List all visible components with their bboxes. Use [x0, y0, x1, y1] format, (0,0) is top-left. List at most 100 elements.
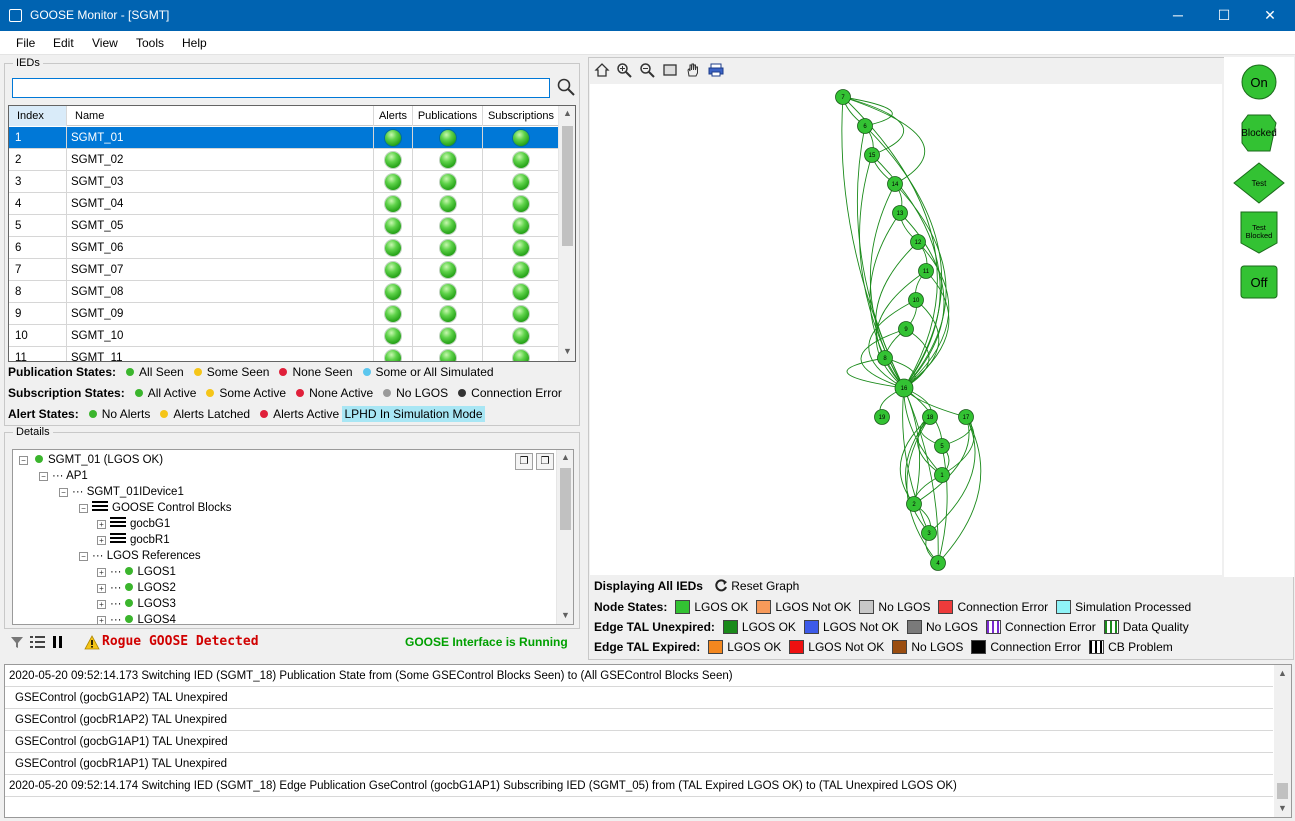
scroll-up-icon[interactable]: ▲	[1274, 668, 1291, 678]
collapse-all-button[interactable]: ❐	[515, 453, 533, 470]
log-entry[interactable]: 2020-05-20 09:52:14.173 Switching IED (S…	[5, 665, 1273, 687]
table-row[interactable]: 11 SGMT_11	[9, 347, 560, 361]
table-row[interactable]: 7 SGMT_07	[9, 259, 560, 281]
ied-graph-canvas[interactable]: 76151413121110981619 18 1751234	[590, 84, 1222, 575]
tree-node-gcb[interactable]: + gocbR1	[97, 532, 170, 548]
menu-file[interactable]: File	[16, 36, 35, 50]
legend-dot-icon	[296, 389, 305, 397]
expand-all-button[interactable]: ❐	[536, 453, 554, 470]
filter-icon[interactable]	[10, 635, 24, 649]
tree-node-lgos[interactable]: + ··· LGOS2	[97, 580, 176, 596]
log-entry[interactable]: 2020-05-20 09:52:14.174 Switching IED (S…	[5, 775, 1273, 797]
legend-swatch-icon	[675, 600, 691, 614]
tree-node-lgos-group[interactable]: − ··· LGOS References	[79, 548, 201, 564]
cell-index: 2	[9, 149, 67, 171]
table-row[interactable]: 3 SGMT_03	[9, 171, 560, 193]
subscriptions-status-icon	[513, 196, 529, 212]
zoom-in-icon[interactable]	[616, 62, 632, 78]
graph-edge[interactable]	[937, 445, 948, 564]
publications-status-icon	[440, 152, 456, 168]
tree-node-ied[interactable]: − SGMT_01 (LGOS OK)	[19, 452, 163, 468]
publications-status-icon	[440, 262, 456, 278]
graph-edge[interactable]	[842, 96, 926, 185]
table-row[interactable]: 6 SGMT_06	[9, 237, 560, 259]
graph-node-label: 11	[923, 269, 930, 275]
scroll-thumb[interactable]	[1277, 783, 1288, 799]
cell-publications	[413, 237, 483, 259]
table-row[interactable]: 10 SGMT_10	[9, 325, 560, 347]
legend-dot-icon	[126, 368, 135, 376]
zoom-rect-icon[interactable]	[662, 62, 678, 78]
col-index[interactable]: Index	[9, 106, 67, 126]
log-entry[interactable]: GSEControl (gocbG1AP2) TAL Unexpired	[5, 687, 1273, 709]
tree-node-lgos[interactable]: + ··· LGOS4	[97, 612, 176, 624]
log-entry[interactable]: GSEControl (gocbG1AP1) TAL Unexpired	[5, 731, 1273, 753]
col-name[interactable]: Name	[67, 106, 374, 126]
legend-dot-icon	[279, 368, 288, 376]
cell-subscriptions	[483, 347, 560, 361]
ied-table-scrollbar[interactable]: ▲ ▼	[558, 106, 575, 361]
tree-node-lgos[interactable]: + ··· LGOS3	[97, 596, 176, 612]
table-row[interactable]: 1 SGMT_01	[9, 127, 560, 149]
cell-index: 8	[9, 281, 67, 303]
legend-item-label: LGOS OK	[727, 640, 782, 654]
reset-graph-icon[interactable]	[714, 579, 728, 593]
scroll-thumb[interactable]	[562, 126, 573, 246]
pan-hand-icon[interactable]	[685, 62, 701, 78]
tree-node-ap[interactable]: − ··· AP1	[39, 468, 88, 484]
ied-search-input[interactable]	[12, 78, 550, 98]
table-row[interactable]: 8 SGMT_08	[9, 281, 560, 303]
tree-node-ldevice[interactable]: − ··· SGMT_01IDevice1	[59, 484, 184, 500]
tree-node-gcb[interactable]: + gocbG1	[97, 516, 170, 532]
publications-status-icon	[440, 174, 456, 190]
table-row[interactable]: 2 SGMT_02	[9, 149, 560, 171]
log-scrollbar[interactable]: ▲ ▼	[1274, 665, 1291, 817]
log-entry[interactable]: GSEControl (gocbR1AP1) TAL Unexpired	[5, 753, 1273, 775]
cell-index: 5	[9, 215, 67, 237]
scroll-down-icon[interactable]: ▼	[559, 346, 575, 356]
scroll-down-icon[interactable]: ▼	[557, 610, 573, 620]
scroll-thumb[interactable]	[560, 468, 571, 530]
table-row[interactable]: 5 SGMT_05	[9, 215, 560, 237]
legend-item-label: LGOS Not OK	[822, 620, 899, 634]
tree-node-lgos[interactable]: + ··· LGOS1	[97, 564, 176, 580]
menu-help[interactable]: Help	[182, 36, 207, 50]
cell-name: SGMT_04	[67, 193, 374, 215]
close-button[interactable]: ✕	[1247, 0, 1293, 31]
minimize-button[interactable]: ─	[1155, 0, 1201, 31]
col-alerts[interactable]: Alerts	[374, 106, 413, 126]
search-icon[interactable]	[556, 77, 576, 97]
pause-icon[interactable]	[52, 635, 64, 649]
table-row[interactable]: 9 SGMT_09	[9, 303, 560, 325]
home-icon[interactable]	[594, 62, 610, 78]
scroll-up-icon[interactable]: ▲	[559, 108, 575, 118]
cell-alerts	[374, 259, 413, 281]
scroll-down-icon[interactable]: ▼	[1274, 803, 1291, 813]
cell-subscriptions	[483, 237, 560, 259]
maximize-button[interactable]: ☐	[1201, 0, 1247, 31]
print-icon[interactable]	[708, 62, 724, 78]
cell-name: SGMT_09	[67, 303, 374, 325]
test-label: Test	[1252, 179, 1267, 188]
legend-item-label: Connection Error	[990, 640, 1082, 654]
publications-status-icon	[440, 218, 456, 234]
cell-subscriptions	[483, 325, 560, 347]
legend-item-label: Some or All Simulated	[375, 365, 494, 379]
col-subscriptions[interactable]: Subscriptions	[483, 106, 560, 126]
legend-item-label: None Seen	[292, 365, 353, 379]
zoom-out-icon[interactable]	[639, 62, 655, 78]
scroll-up-icon[interactable]: ▲	[557, 452, 573, 462]
col-publications[interactable]: Publications	[413, 106, 483, 126]
menu-edit[interactable]: Edit	[53, 36, 74, 50]
reset-graph-button[interactable]: Reset Graph	[731, 579, 799, 593]
details-scrollbar[interactable]: ▲ ▼	[556, 450, 573, 624]
tree-node-gcb-group[interactable]: − GOOSE Control Blocks	[79, 500, 232, 516]
menu-view[interactable]: View	[92, 36, 118, 50]
graph-node-label: 10	[913, 298, 920, 304]
menu-tools[interactable]: Tools	[136, 36, 164, 50]
log-entry[interactable]: GSEControl (gocbR1AP2) TAL Unexpired	[5, 709, 1273, 731]
table-row[interactable]: 4 SGMT_04	[9, 193, 560, 215]
list-icon[interactable]	[30, 635, 46, 649]
legend-dot-icon	[206, 389, 215, 397]
legend-dot-icon	[383, 389, 392, 397]
